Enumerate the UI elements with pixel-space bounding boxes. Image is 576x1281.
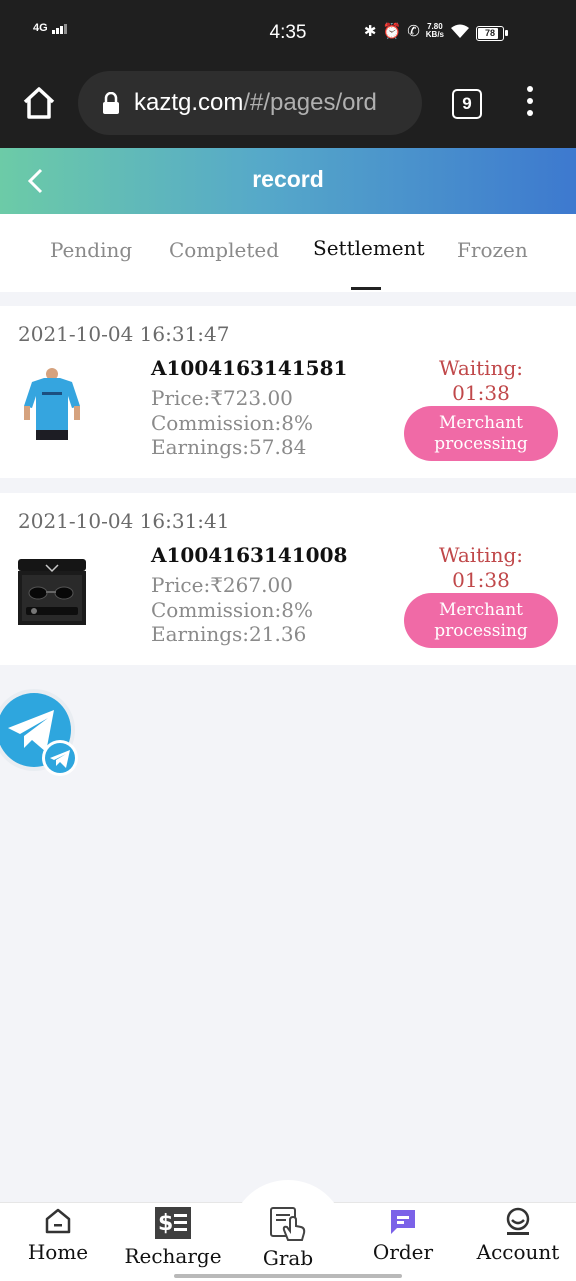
order-icon — [391, 1210, 415, 1234]
order-earnings: Earnings:57.84 — [151, 435, 307, 459]
status-badge: Merchant processing — [404, 593, 558, 648]
waiting-time: 01:38 — [452, 381, 510, 405]
status-line-1: Merchant — [439, 412, 523, 433]
nav-label: Home — [27, 1240, 89, 1264]
tab-completed[interactable]: Completed — [169, 238, 279, 262]
home-icon — [45, 1208, 71, 1234]
tab-frozen[interactable]: Frozen — [457, 238, 528, 262]
url-path: /#/pages/ord — [243, 89, 377, 116]
nav-recharge[interactable]: $ Recharge — [118, 1206, 228, 1276]
order-date: 2021-10-04 16:31:41 — [18, 509, 230, 533]
account-icon — [506, 1207, 530, 1235]
status-badge: Merchant processing — [404, 406, 558, 461]
browser-toolbar: kaztg.com/#/pages/ord 9 — [0, 66, 576, 148]
telegram-icon[interactable] — [0, 688, 84, 778]
wifi-icon — [451, 24, 469, 38]
order-price: Price:₹267.00 — [151, 573, 293, 597]
order-earnings: Earnings:21.36 — [151, 622, 307, 646]
nav-label: Account — [476, 1240, 560, 1264]
order-price: Price:₹723.00 — [151, 386, 293, 410]
tabs-icon[interactable]: 9 — [452, 89, 482, 119]
status-line-1: Merchant — [439, 599, 523, 620]
nav-label: Grab — [262, 1246, 314, 1270]
nav-order[interactable]: Order — [348, 1206, 458, 1276]
recharge-icon: $ — [155, 1207, 191, 1239]
battery-level: 78 — [484, 28, 495, 38]
status-line-2: processing — [434, 620, 528, 641]
home-icon[interactable] — [20, 84, 58, 122]
order-card[interactable]: 2021-10-04 16:31:41 A1004163141008 Price… — [0, 493, 576, 665]
url-text: kaztg.com/#/pages/ord — [134, 89, 377, 117]
bluetooth-icon: ✱ — [363, 23, 377, 40]
nav-account[interactable]: Account — [463, 1206, 573, 1276]
waiting-time: 01:38 — [452, 568, 510, 592]
address-bar[interactable]: kaztg.com/#/pages/ord — [78, 71, 422, 135]
status-bar: 4G 4:35 ✱ ⏰ ✆ 7.80 KB/s 78 — [0, 0, 576, 66]
order-commission: Commission:8% — [151, 598, 313, 622]
speed-unit: KB/s — [425, 30, 444, 39]
lock-icon — [103, 92, 119, 114]
sunglasses-box-product-image — [16, 555, 88, 631]
network-speed: 7.80 KB/s — [426, 23, 444, 39]
waiting-timer: Waiting: 01:38 — [420, 356, 542, 406]
nav-label: Order — [372, 1240, 434, 1264]
waiting-label: Waiting: — [439, 356, 523, 380]
tab-count: 9 — [462, 94, 472, 113]
tab-settlement[interactable]: Settlement — [313, 236, 425, 260]
page-header: record — [0, 148, 576, 214]
overflow-menu-icon[interactable] — [522, 86, 538, 122]
status-icons: ✱ ⏰ ✆ 7.80 KB/s — [364, 22, 470, 40]
alarm-icon: ⏰ — [382, 23, 402, 40]
nav-label: Recharge — [124, 1244, 222, 1268]
nav-grab[interactable]: Grab — [233, 1206, 343, 1276]
url-host: kaztg.com — [134, 89, 244, 116]
tab-pending[interactable]: Pending — [50, 238, 132, 262]
waiting-label: Waiting: — [439, 543, 523, 567]
blue-tshirt-product-image — [16, 368, 88, 444]
order-commission: Commission:8% — [151, 411, 313, 435]
order-id: A1004163141008 — [151, 543, 348, 567]
order-id: A1004163141581 — [151, 356, 348, 380]
gesture-bar — [174, 1274, 402, 1278]
battery-icon: 78 — [476, 26, 508, 41]
wifi-call-icon: ✆ — [407, 23, 420, 40]
order-date: 2021-10-04 16:31:47 — [18, 322, 230, 346]
nav-home[interactable]: Home — [3, 1206, 113, 1276]
status-line-2: processing — [434, 433, 528, 454]
active-tab-indicator — [351, 287, 381, 290]
grab-hand-icon — [270, 1207, 306, 1241]
order-card[interactable]: 2021-10-04 16:31:47 A1004163141581 Price… — [0, 306, 576, 478]
svg-text:$: $ — [158, 1211, 173, 1236]
tab-bar: Pending Completed Settlement Frozen — [0, 214, 576, 292]
waiting-timer: Waiting: 01:38 — [420, 543, 542, 593]
page-title: record — [252, 166, 324, 192]
